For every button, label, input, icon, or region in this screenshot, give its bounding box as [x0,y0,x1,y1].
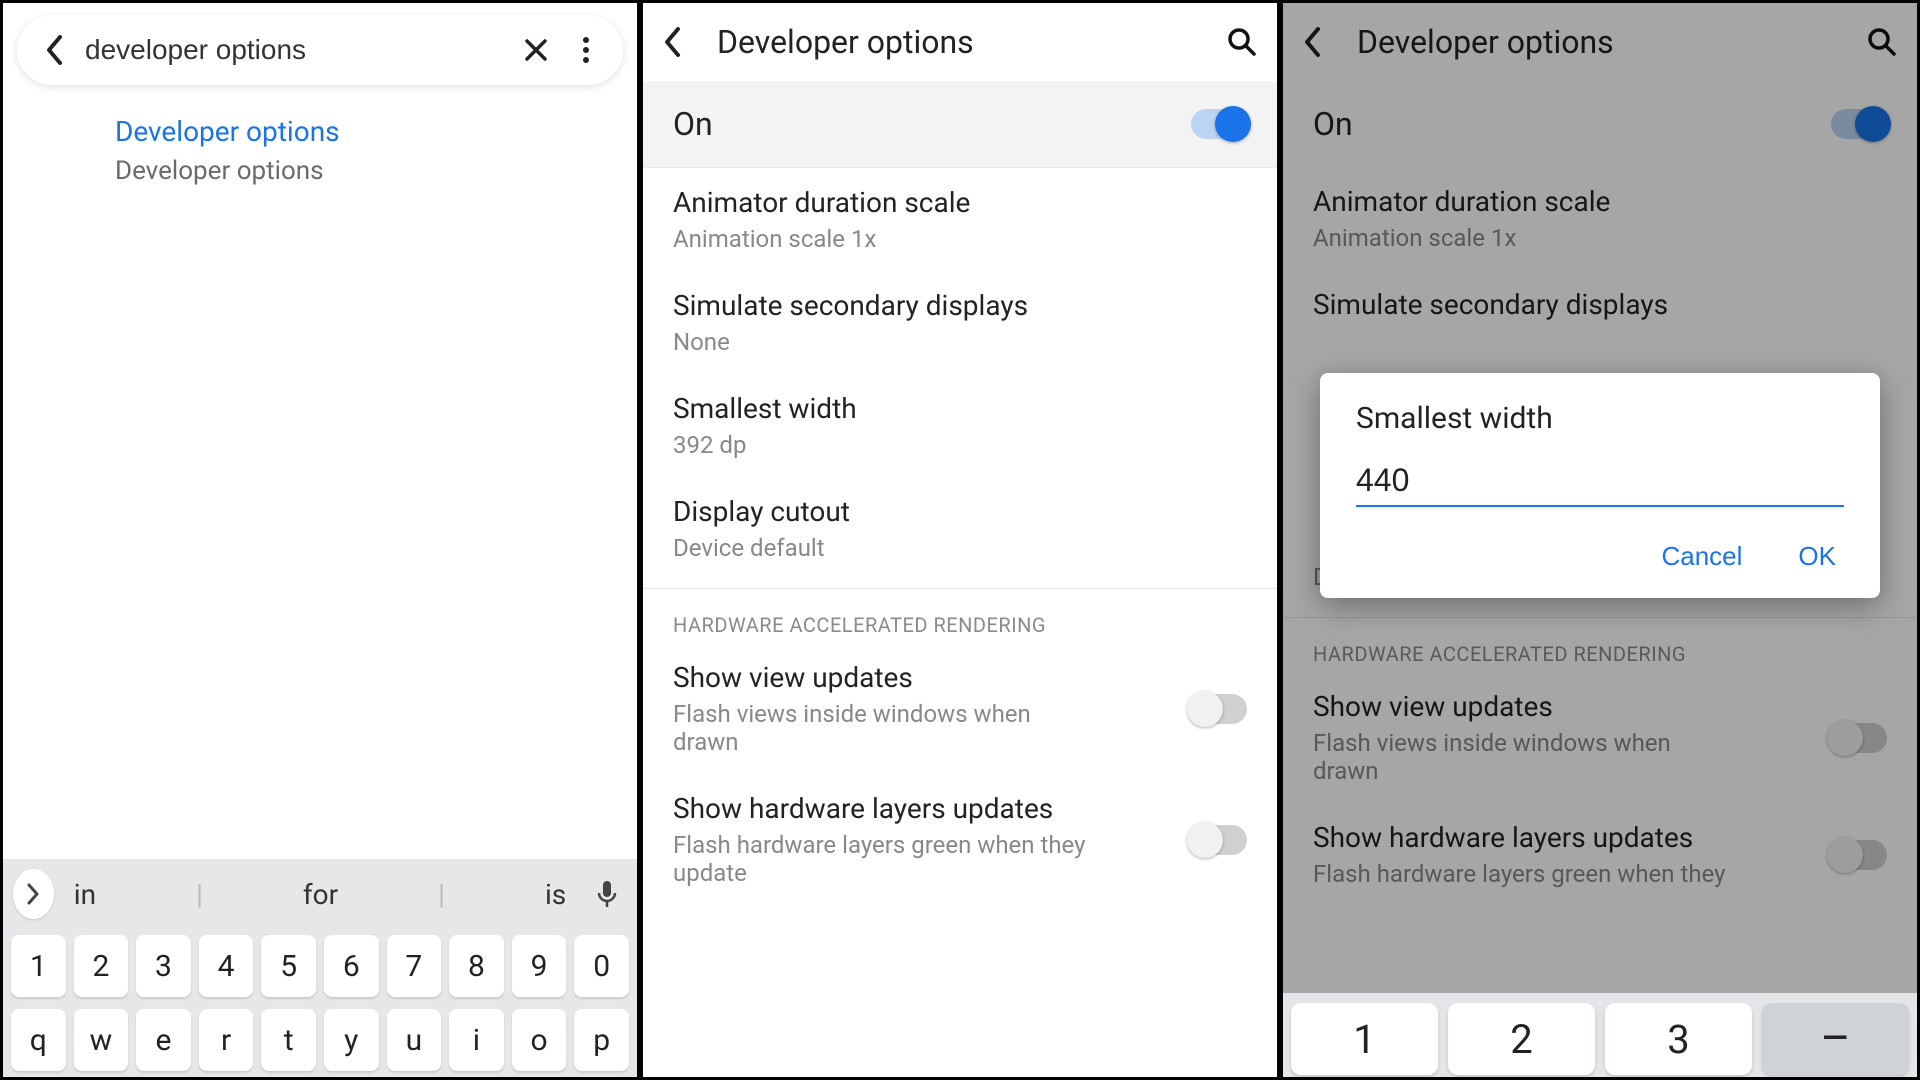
key[interactable]: 6 [324,935,379,997]
cancel-button[interactable]: Cancel [1653,535,1750,578]
search-bar [17,15,623,85]
switch-off-icon[interactable] [1191,825,1247,855]
key[interactable]: e [136,1009,191,1071]
key[interactable]: y [324,1009,379,1071]
setting-show-view-updates[interactable]: Show view updates Flash views inside win… [643,643,1277,774]
key-minus[interactable]: – [1762,1003,1909,1075]
suggestion[interactable]: in [54,878,116,911]
smallest-width-dialog: Smallest width Cancel OK [1320,373,1880,598]
search-result[interactable]: Developer options Developer options [3,95,637,196]
key[interactable]: o [512,1009,567,1071]
page-title: Developer options [717,23,1227,61]
search-icon[interactable] [1227,27,1257,57]
key[interactable]: i [449,1009,504,1071]
back-icon[interactable] [663,27,703,57]
mic-icon[interactable] [586,869,627,919]
key-1[interactable]: 1 [1291,1003,1438,1075]
switch-off-icon[interactable] [1191,694,1247,724]
setting-display-cutout[interactable]: Display cutout Device default [643,477,1277,580]
keyboard: in | for | is 1 2 3 4 5 6 7 8 9 0 q w e [3,859,637,1077]
key[interactable]: 4 [199,935,254,997]
key[interactable]: 5 [261,935,316,997]
key[interactable]: 0 [574,935,629,997]
setting-simulate-displays[interactable]: Simulate secondary displays None [643,271,1277,374]
key[interactable]: 9 [512,935,567,997]
key[interactable]: 2 [74,935,129,997]
toggle-label: On [673,105,713,143]
key[interactable]: 7 [387,935,442,997]
suggestion[interactable]: is [525,878,586,911]
dialog-input[interactable] [1356,458,1844,507]
section-header: HARDWARE ACCELERATED RENDERING [643,588,1277,643]
setting-show-hardware-layers[interactable]: Show hardware layers updates Flash hardw… [643,774,1277,905]
numeric-keyboard: 1 2 3 – [1283,993,1917,1077]
key[interactable]: u [387,1009,442,1071]
key[interactable]: q [11,1009,66,1071]
key[interactable]: t [261,1009,316,1071]
key[interactable]: r [199,1009,254,1071]
key-3[interactable]: 3 [1605,1003,1752,1075]
setting-animator-duration[interactable]: Animator duration scale Animation scale … [643,168,1277,271]
key-2[interactable]: 2 [1448,1003,1595,1075]
suggestion-items: in | for | is [54,878,586,911]
key[interactable]: 3 [136,935,191,997]
back-icon[interactable] [29,25,79,75]
result-title: Developer options [115,115,617,148]
panel-developer-options: Developer options On Animator duration s… [640,0,1280,1080]
switch-on-icon[interactable] [1191,109,1247,139]
setting-smallest-width[interactable]: Smallest width 392 dp [643,374,1277,477]
key[interactable]: w [74,1009,129,1071]
dialog-title: Smallest width [1356,401,1844,436]
key[interactable]: 8 [449,935,504,997]
key-row-numbers: 1 2 3 4 5 6 7 8 9 0 [3,929,637,1003]
suggestion[interactable]: for [283,878,358,911]
header: Developer options [643,3,1277,81]
key[interactable]: 1 [11,935,66,997]
suggestion-row: in | for | is [3,859,637,929]
result-subtitle: Developer options [115,156,617,186]
ok-button[interactable]: OK [1790,535,1844,578]
key-row-letters: q w e r t y u i o p [3,1003,637,1077]
search-input[interactable] [79,34,511,66]
clear-icon[interactable] [511,25,561,75]
panel-search: Developer options Developer options in |… [0,0,640,1080]
panel-dialog: Developer options On Animator duration s… [1280,0,1920,1080]
master-toggle-row[interactable]: On [643,81,1277,168]
chevron-right-icon[interactable] [13,869,54,919]
key[interactable]: p [574,1009,629,1071]
overflow-icon[interactable] [561,25,611,75]
